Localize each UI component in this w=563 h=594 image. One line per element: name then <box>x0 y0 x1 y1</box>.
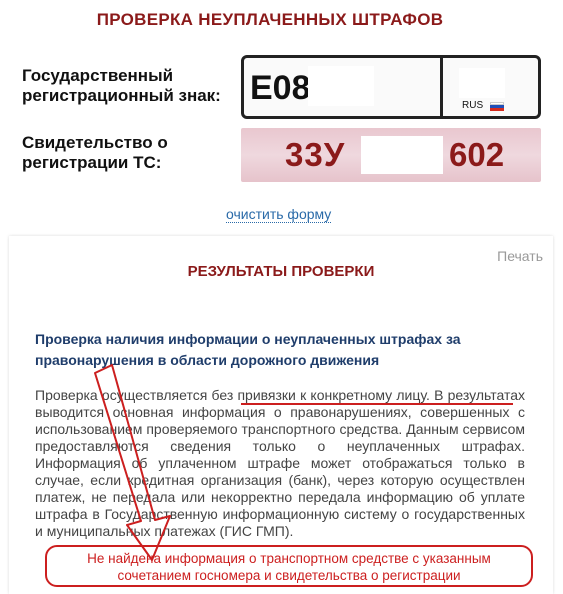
cert-redaction <box>361 136 443 174</box>
region-redaction <box>459 68 505 98</box>
not-found-line-1: Не найдена информация о транспортном сре… <box>87 551 491 566</box>
plate-number-field[interactable]: Е08 Е3 3 RUS <box>241 55 541 119</box>
plate-divider <box>440 58 443 116</box>
page-title: ПРОВЕРКА НЕУПЛАЧЕННЫХ ШТРАФОВ <box>96 10 444 29</box>
check-form: ПРОВЕРКА НЕУПЛАЧЕННЫХ ШТРАФОВ Государств… <box>0 0 553 232</box>
results-panel: Печать РЕЗУЛЬТАТЫ ПРОВЕРКИ Проверка нали… <box>9 236 553 594</box>
check-heading: Проверка наличия информации о неуплаченн… <box>35 331 461 368</box>
results-title: РЕЗУЛЬТАТЫ ПРОВЕРКИ <box>187 263 375 280</box>
plate-label: Государственный регистрационный знак: <box>22 66 221 105</box>
plate-redaction <box>308 66 374 106</box>
not-found-line-2: сочетанием госномера и свидетельства о р… <box>117 568 461 583</box>
plate-country: RUS <box>462 100 484 111</box>
russian-flag-icon <box>490 102 504 111</box>
info-paragraph: Проверка осуществляется без привязки к к… <box>35 387 525 539</box>
cert-number-field[interactable]: 33У 602 <box>241 128 541 182</box>
print-link[interactable]: Печать <box>497 248 543 264</box>
not-found-alert: Не найдена информация о транспортном сре… <box>45 545 533 587</box>
red-underline-annotation <box>241 403 513 405</box>
clear-form-link[interactable]: очистить форму <box>226 206 332 223</box>
cert-label: Свидетельство о регистрации ТС: <box>22 133 168 172</box>
cert-suffix: 602 <box>449 136 505 173</box>
